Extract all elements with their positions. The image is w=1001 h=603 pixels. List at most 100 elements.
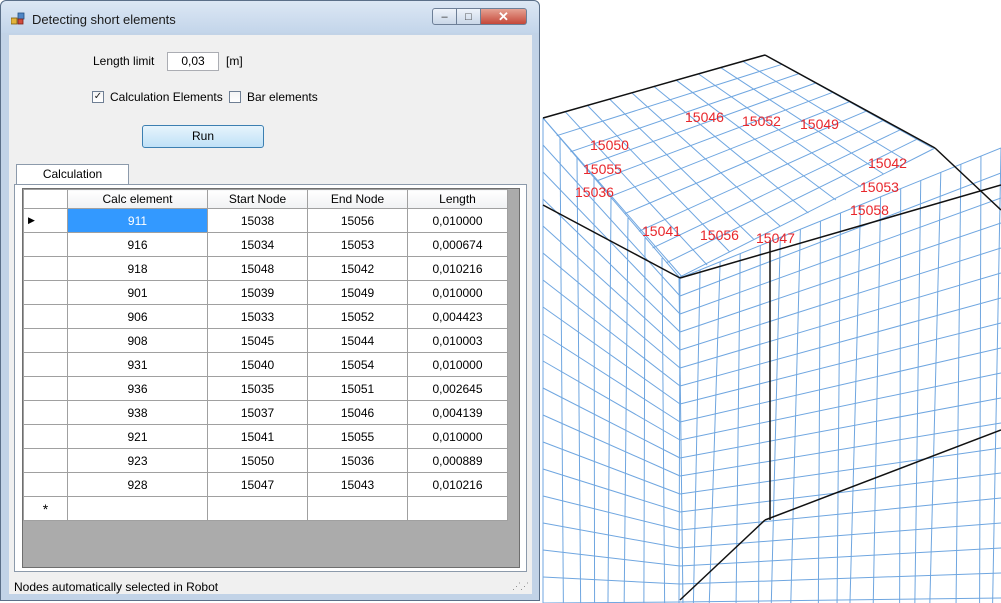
table-cell[interactable]: 15036	[307, 448, 408, 473]
table-cell[interactable]: 0,010000	[407, 280, 508, 305]
table-cell[interactable]: 0,010000	[407, 352, 508, 377]
node-label[interactable]: 15053	[860, 179, 899, 195]
table-cell[interactable]: 936	[67, 376, 208, 401]
row-header[interactable]: ▶	[23, 208, 68, 233]
table-cell[interactable]: 15047	[207, 472, 308, 497]
table-cell[interactable]	[307, 496, 408, 521]
row-header[interactable]	[23, 448, 68, 473]
row-header[interactable]	[23, 304, 68, 329]
table-cell[interactable]: 901	[67, 280, 208, 305]
table-cell[interactable]: 0,002645	[407, 376, 508, 401]
table-cell[interactable]: 15033	[207, 304, 308, 329]
row-header[interactable]	[23, 328, 68, 353]
table-cell[interactable]: 0,000889	[407, 448, 508, 473]
table-row[interactable]: 921 15041 15055 0,010000	[23, 424, 508, 449]
table-cell[interactable]: 15043	[307, 472, 408, 497]
node-label[interactable]: 15056	[700, 227, 739, 243]
node-label[interactable]: 15041	[642, 223, 681, 239]
calc-elements-checkbox[interactable]: ✓	[92, 91, 104, 103]
table-cell[interactable]: 0,010003	[407, 328, 508, 353]
table-cell[interactable]: 911	[67, 208, 208, 233]
table-row[interactable]: ▶ 911 15038 15056 0,010000	[23, 208, 508, 233]
table-cell[interactable]: 0,010216	[407, 472, 508, 497]
table-cell[interactable]: 923	[67, 448, 208, 473]
run-button[interactable]: Run	[142, 125, 264, 148]
table-cell[interactable]: 15035	[207, 376, 308, 401]
table-cell[interactable]	[67, 496, 208, 521]
node-label[interactable]: 15046	[685, 109, 724, 125]
table-cell[interactable]: 0,010000	[407, 424, 508, 449]
table-cell[interactable]: 15051	[307, 376, 408, 401]
row-header[interactable]	[23, 232, 68, 257]
node-label[interactable]: 15042	[868, 155, 907, 171]
resize-grip-icon[interactable]: ⋰⋰	[512, 581, 529, 592]
table-row[interactable]: 901 15039 15049 0,010000	[23, 280, 508, 305]
table-cell[interactable]: 15054	[307, 352, 408, 377]
grid-corner-cell[interactable]	[23, 189, 68, 209]
table-cell[interactable]: 15050	[207, 448, 308, 473]
table-cell[interactable]: 0,004139	[407, 400, 508, 425]
table-cell[interactable]: 15038	[207, 208, 308, 233]
table-cell[interactable]: 15046	[307, 400, 408, 425]
table-cell[interactable]: 916	[67, 232, 208, 257]
table-cell[interactable]: 15052	[307, 304, 408, 329]
close-button[interactable]: ✕	[481, 8, 527, 25]
column-header[interactable]: Length	[407, 189, 508, 209]
table-cell[interactable]: 15037	[207, 400, 308, 425]
table-cell[interactable]: 15055	[307, 424, 408, 449]
node-label[interactable]: 15049	[800, 116, 839, 132]
node-label[interactable]: 15055	[583, 161, 622, 177]
maximize-button[interactable]: □	[457, 8, 481, 25]
table-cell[interactable]: 15041	[207, 424, 308, 449]
table-cell[interactable]	[207, 496, 308, 521]
table-cell[interactable]: 931	[67, 352, 208, 377]
table-cell[interactable]: 0,010000	[407, 208, 508, 233]
table-row[interactable]: 931 15040 15054 0,010000	[23, 352, 508, 377]
table-cell[interactable]: 0,010216	[407, 256, 508, 281]
table-cell[interactable]: 0,004423	[407, 304, 508, 329]
minimize-button[interactable]: –	[432, 8, 457, 25]
table-cell[interactable]: 938	[67, 400, 208, 425]
node-label[interactable]: 15036	[575, 184, 614, 200]
table-cell[interactable]: 928	[67, 472, 208, 497]
table-cell[interactable]: 15042	[307, 256, 408, 281]
node-label[interactable]: 15050	[590, 137, 629, 153]
row-header[interactable]	[23, 256, 68, 281]
table-cell[interactable]: 921	[67, 424, 208, 449]
table-row[interactable]: 923 15050 15036 0,000889	[23, 448, 508, 473]
table-row[interactable]: 938 15037 15046 0,004139	[23, 400, 508, 425]
table-cell[interactable]: 906	[67, 304, 208, 329]
tab-calculation-elements[interactable]: Calculation Elements	[16, 164, 129, 200]
row-header[interactable]	[23, 376, 68, 401]
row-header[interactable]	[23, 424, 68, 449]
table-cell[interactable]: 15048	[207, 256, 308, 281]
table-row[interactable]: 928 15047 15043 0,010216	[23, 472, 508, 497]
table-row[interactable]: 906 15033 15052 0,004423	[23, 304, 508, 329]
row-header[interactable]	[23, 400, 68, 425]
row-header[interactable]	[23, 352, 68, 377]
column-header[interactable]: End Node	[307, 189, 408, 209]
table-cell[interactable]: 15039	[207, 280, 308, 305]
bar-elements-checkbox[interactable]	[229, 91, 241, 103]
node-label[interactable]: 15058	[850, 202, 889, 218]
table-cell[interactable]: 15045	[207, 328, 308, 353]
node-label[interactable]: 15047	[756, 230, 795, 246]
table-cell[interactable]: 908	[67, 328, 208, 353]
table-row[interactable]: 918 15048 15042 0,010216	[23, 256, 508, 281]
table-cell[interactable]: 15040	[207, 352, 308, 377]
node-label[interactable]: 15052	[742, 113, 781, 129]
column-header[interactable]: Calc element	[67, 189, 208, 209]
title-bar[interactable]: Detecting short elements – □ ✕	[1, 1, 539, 33]
table-cell[interactable]: 15056	[307, 208, 408, 233]
table-cell[interactable]: 15044	[307, 328, 408, 353]
column-header[interactable]: Start Node	[207, 189, 308, 209]
table-cell[interactable]: 15034	[207, 232, 308, 257]
length-limit-input[interactable]: 0,03	[167, 52, 219, 71]
table-cell[interactable]: 0,000674	[407, 232, 508, 257]
table-row[interactable]: 908 15045 15044 0,010003	[23, 328, 508, 353]
table-cell[interactable]: 15053	[307, 232, 408, 257]
new-row[interactable]: *	[23, 496, 508, 521]
table-cell[interactable]: 15049	[307, 280, 408, 305]
table-row[interactable]: 936 15035 15051 0,002645	[23, 376, 508, 401]
results-grid[interactable]: Calc element Start Node End Node Length ▶ 911…	[22, 188, 520, 568]
